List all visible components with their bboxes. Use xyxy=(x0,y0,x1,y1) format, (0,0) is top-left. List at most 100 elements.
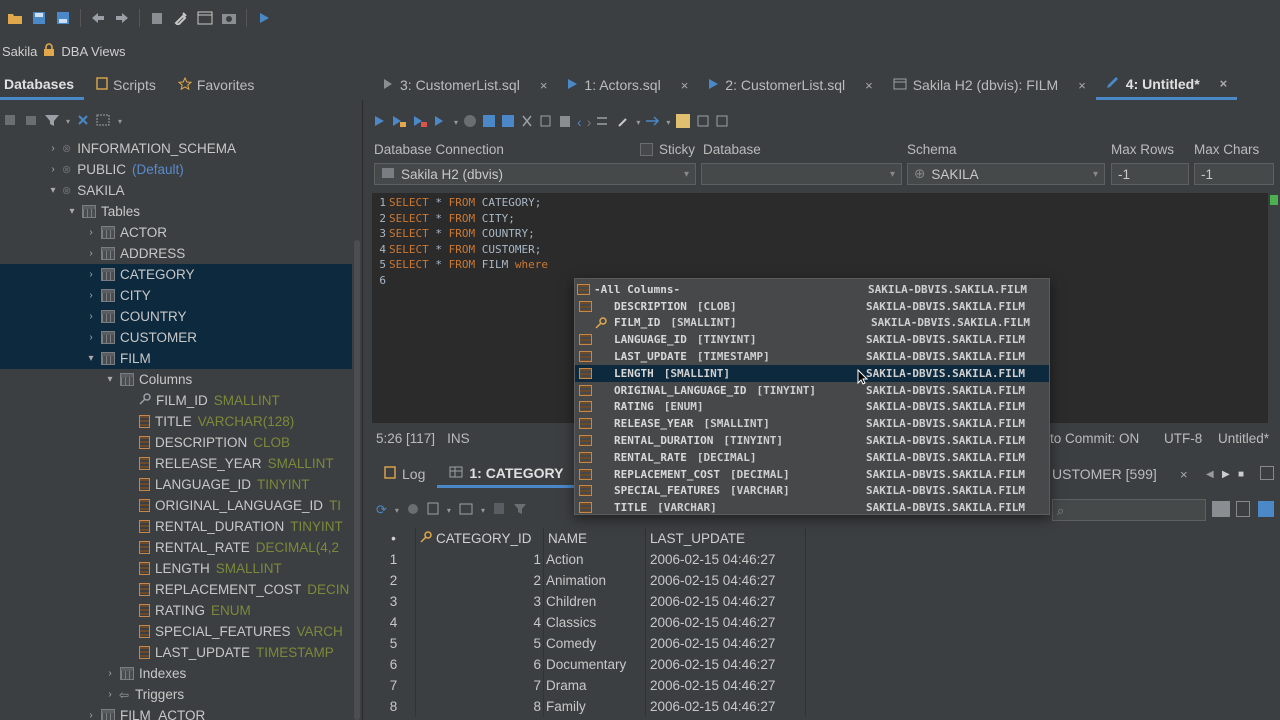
paste-icon[interactable] xyxy=(558,114,572,131)
tree-scrollbar[interactable] xyxy=(354,240,360,720)
cell-category-id[interactable]: 6 xyxy=(416,654,544,675)
refresh-icon[interactable]: ⟳ xyxy=(376,502,387,518)
grid-view-icon[interactable] xyxy=(459,503,473,518)
chevron-down-icon[interactable]: ▾ xyxy=(65,206,79,217)
autocomplete-item[interactable]: LANGUAGE_ID [TINYINT] SAKILA-DBVIS.SAKILA.… xyxy=(575,331,1049,348)
tree-item-column[interactable]: TITLE VARCHAR(128) xyxy=(0,411,352,432)
column-header[interactable]: CATEGORY_ID xyxy=(416,528,544,549)
tree-item-table-category[interactable]: › CATEGORY xyxy=(0,264,352,285)
editor-tab[interactable]: 3: CustomerList.sql × xyxy=(372,70,557,100)
result-filter-input[interactable]: ⌕ xyxy=(1052,499,1206,521)
tree-item-column[interactable]: LENGTH SMALLINT xyxy=(0,558,352,579)
cell-category-id[interactable]: 8 xyxy=(416,696,544,717)
tree-item-table-film-actor[interactable]: › FILM_ACTOR xyxy=(0,705,352,720)
tools-icon[interactable] xyxy=(617,114,631,131)
bookmark-icon[interactable] xyxy=(715,114,729,131)
chevron-right-icon[interactable]: › xyxy=(84,311,98,322)
maximize-icon[interactable] xyxy=(1260,466,1274,480)
layout-icon[interactable] xyxy=(96,113,112,130)
forward-icon[interactable] xyxy=(111,7,133,29)
cell-last-update[interactable]: 2006-02-15 04:46:27 xyxy=(646,612,806,633)
tab-scroll-right-icon[interactable]: ▶ xyxy=(1222,469,1230,480)
tree-item-table-country[interactable]: › COUNTRY xyxy=(0,306,352,327)
max-rows-input[interactable]: -1 xyxy=(1111,163,1189,185)
export-icon[interactable] xyxy=(427,502,439,518)
editor-tab[interactable]: 4: Untitled* × xyxy=(1095,70,1238,100)
column-header[interactable]: LAST_UPDATE xyxy=(646,528,806,549)
form-mode-icon[interactable] xyxy=(1236,501,1250,517)
tree-item-column[interactable]: RENTAL_DURATION TINYINT xyxy=(0,516,352,537)
parameter-icon[interactable] xyxy=(645,114,661,131)
max-chars-input[interactable]: -1 xyxy=(1194,163,1274,185)
chevron-down-icon[interactable]: ▾ xyxy=(84,353,98,364)
tree-item-column[interactable]: RENTAL_RATE DECIMAL(4,2 xyxy=(0,537,352,558)
autocomplete-header[interactable]: -All Columns- SAKILA-DBVIS.SAKILA.FILM xyxy=(575,281,1049,298)
tree-item-column[interactable]: LANGUAGE_ID TINYINT xyxy=(0,474,352,495)
chevron-right-icon[interactable]: › xyxy=(84,290,98,301)
tab-category-result[interactable]: 1: CATEGORY xyxy=(437,460,576,488)
table-row[interactable]: 6 6 Documentary 2006-02-15 04:46:27 xyxy=(372,654,806,675)
chevron-right-icon[interactable]: › xyxy=(84,710,98,720)
tab-databases[interactable]: Databases xyxy=(0,70,85,100)
autocomplete-item[interactable]: LAST_UPDATE [TIMESTAMP] SAKILA-DBVIS.SAKIL… xyxy=(575,348,1049,365)
filter-icon[interactable] xyxy=(44,113,60,130)
tree-item-sakila[interactable]: ▾ ⊗ SAKILA xyxy=(0,180,352,201)
chevron-down-icon[interactable]: ▾ xyxy=(103,374,117,385)
cell-name[interactable]: Comedy xyxy=(544,633,646,654)
close-icon[interactable]: × xyxy=(540,78,548,93)
chevron-down-icon[interactable]: ▾ xyxy=(395,506,399,515)
chevron-down-icon[interactable]: ▾ xyxy=(66,117,70,126)
database-select[interactable]: ▾ xyxy=(701,163,902,185)
cell-category-id[interactable]: 4 xyxy=(416,612,544,633)
close-icon[interactable]: × xyxy=(1220,76,1228,91)
chevron-right-icon[interactable]: › xyxy=(84,248,98,259)
save-as-icon[interactable] xyxy=(501,114,515,131)
grid-mode-icon[interactable] xyxy=(1212,501,1230,517)
cell-category-id[interactable]: 5 xyxy=(416,633,544,654)
tree-item-column[interactable]: ORIGINAL_LANGUAGE_ID TI xyxy=(0,495,352,516)
tree-item-column[interactable]: RATING ENUM xyxy=(0,600,352,621)
chevron-right-icon[interactable]: › xyxy=(46,143,60,154)
autocomplete-item[interactable]: REPLACEMENT_COST [DECIMAL] SAKILA-DBVIS.SA… xyxy=(575,466,1049,483)
cell-last-update[interactable]: 2006-02-15 04:46:27 xyxy=(646,654,806,675)
tree-item-column[interactable]: SPECIAL_FEATURES VARCH xyxy=(0,621,352,642)
stop-icon[interactable] xyxy=(407,503,419,518)
tab-scroll-left-icon[interactable]: ◀ xyxy=(1206,469,1214,480)
cell-last-update[interactable]: 2006-02-15 04:46:27 xyxy=(646,549,806,570)
history-icon[interactable] xyxy=(696,114,710,131)
cell-last-update[interactable]: 2006-02-15 04:46:27 xyxy=(646,633,806,654)
chevron-right-icon[interactable]: › xyxy=(84,269,98,280)
sticky-checkbox[interactable] xyxy=(640,143,653,156)
delete-row-icon[interactable] xyxy=(493,502,505,518)
chevron-right-icon[interactable]: › xyxy=(46,164,60,175)
tree-item-column[interactable]: RELEASE_YEAR SMALLINT xyxy=(0,453,352,474)
close-icon[interactable]: × xyxy=(865,78,873,93)
stop-icon[interactable] xyxy=(463,114,477,131)
tree-item-column[interactable]: FILM_ID SMALLINT xyxy=(0,390,352,411)
tree-item-table-city[interactable]: › CITY xyxy=(0,285,352,306)
forward-icon[interactable]: › xyxy=(587,114,592,130)
chevron-down-icon[interactable]: ▾ xyxy=(46,185,60,196)
tools-icon[interactable] xyxy=(170,7,192,29)
autocomplete-item[interactable]: LENGTH [SMALLINT] SAKILA-DBVIS.SAKILA.FILM xyxy=(575,364,1049,382)
back-icon[interactable]: ‹ xyxy=(577,114,582,130)
tree-item-tables[interactable]: ▾ Tables xyxy=(0,201,352,222)
open-folder-icon[interactable] xyxy=(4,7,26,29)
cell-name[interactable]: Animation xyxy=(544,570,646,591)
cell-name[interactable]: Children xyxy=(544,591,646,612)
execute-buffer-icon[interactable] xyxy=(412,114,428,131)
encoding-status[interactable]: UTF-8 xyxy=(1164,431,1202,446)
schema-select[interactable]: ⊕ SAKILA ▾ xyxy=(907,163,1105,185)
view-mode-label[interactable]: DBA Views xyxy=(61,44,125,59)
chevron-right-icon[interactable]: › xyxy=(103,668,117,679)
connection-name[interactable]: Sakila xyxy=(2,44,37,59)
tab-favorites[interactable]: Favorites xyxy=(174,70,265,100)
autocomplete-item[interactable]: SPECIAL_FEATURES [VARCHAR] SAKILA-DBVIS.SA… xyxy=(575,483,1049,500)
save-all-icon[interactable] xyxy=(52,7,74,29)
panel-divider[interactable] xyxy=(362,100,363,720)
autocomplete-item[interactable]: ORIGINAL_LANGUAGE_ID [TINYINT] SAKILA-DBVI… xyxy=(575,382,1049,399)
table-row[interactable]: 7 7 Drama 2006-02-15 04:46:27 xyxy=(372,675,806,696)
chevron-down-icon[interactable]: ▾ xyxy=(447,506,451,515)
cell-category-id[interactable]: 3 xyxy=(416,591,544,612)
cell-last-update[interactable]: 2006-02-15 04:46:27 xyxy=(646,591,806,612)
